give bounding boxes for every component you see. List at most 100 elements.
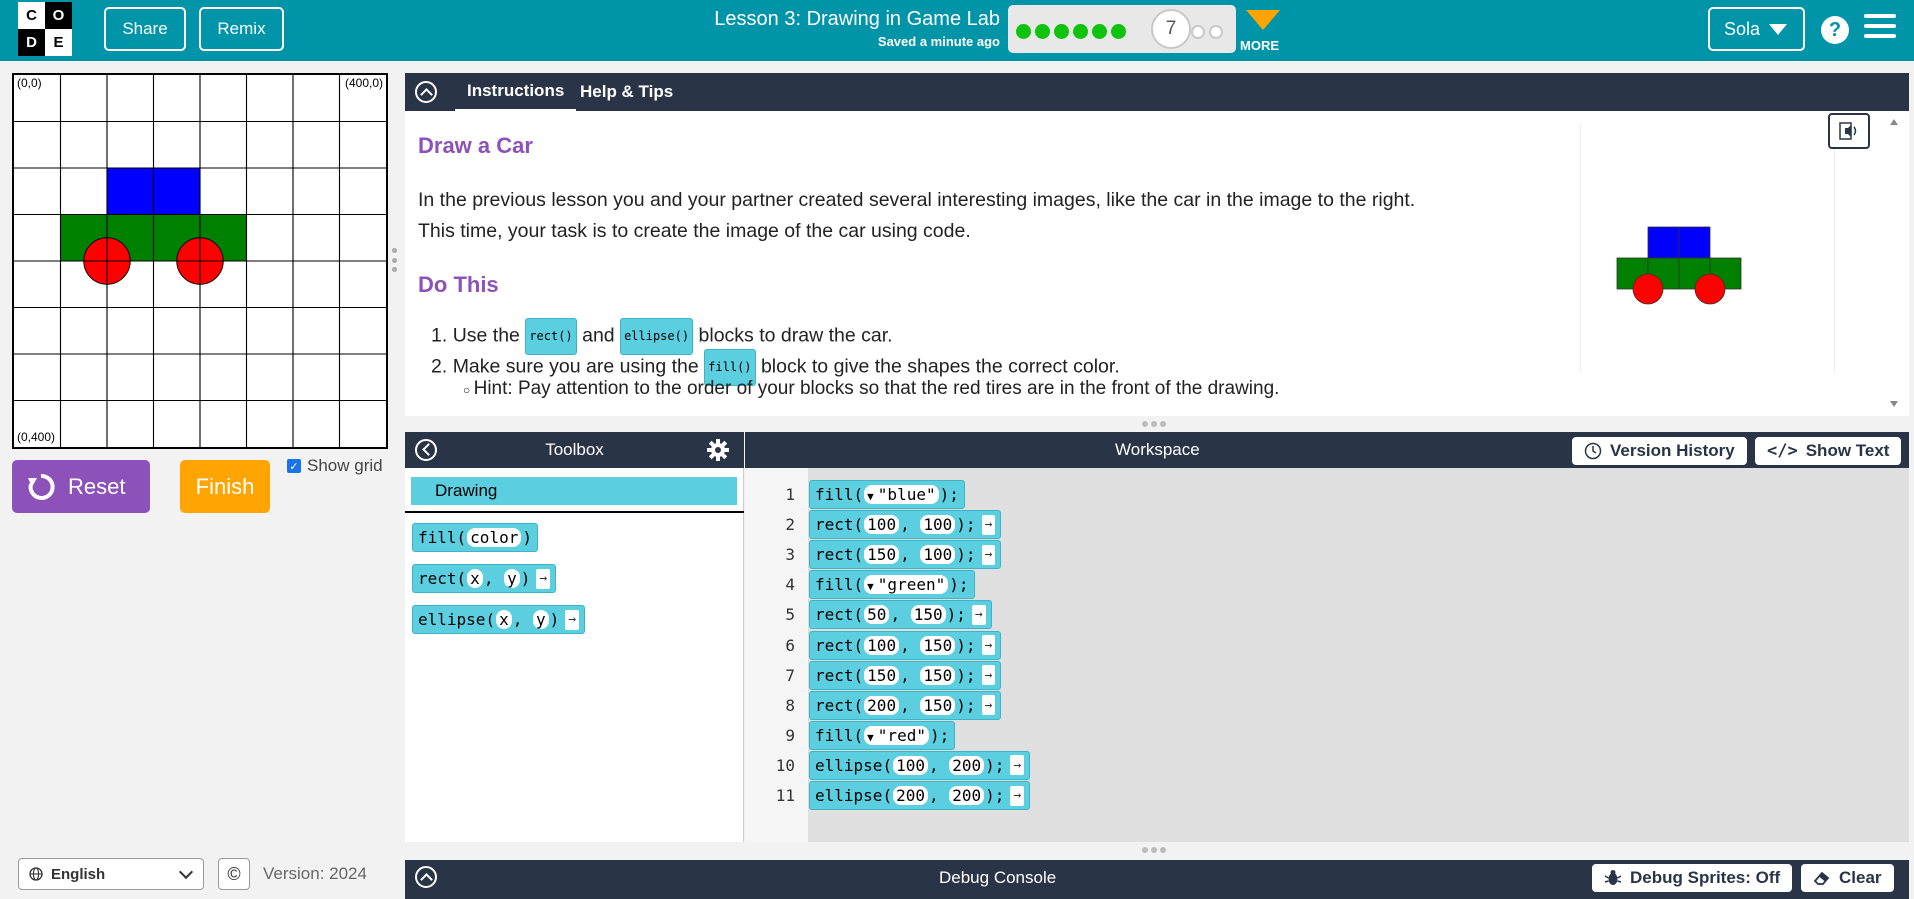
- language-select[interactable]: English: [18, 858, 204, 890]
- hamburger-menu-icon[interactable]: [1864, 14, 1896, 42]
- extend-arrow-icon[interactable]: →: [1010, 755, 1025, 776]
- toolbox-block-fill[interactable]: fill(color): [412, 523, 538, 552]
- share-button[interactable]: Share: [104, 7, 186, 51]
- gear-icon[interactable]: [707, 439, 729, 461]
- show-text-button[interactable]: </> Show Text: [1755, 437, 1902, 465]
- extend-arrow-icon[interactable]: →: [981, 514, 996, 535]
- user-menu-button[interactable]: Sola: [1708, 7, 1805, 51]
- argument-slot[interactable]: ▼ "red": [864, 725, 929, 745]
- debug-sprites-button[interactable]: Debug Sprites: Off: [1592, 864, 1793, 892]
- code-block-rect[interactable]: rect(100, 100); →: [809, 510, 1002, 540]
- workspace-header: Workspace Version History </> Show Text: [745, 432, 1909, 468]
- extend-arrow-icon[interactable]: →: [981, 665, 996, 686]
- clear-console-button[interactable]: Clear: [1801, 864, 1894, 892]
- argument-slot[interactable]: 150: [920, 695, 956, 715]
- tab-instructions[interactable]: Instructions: [455, 73, 577, 111]
- collapse-instructions-icon[interactable]: [415, 81, 437, 103]
- function-name: ellipse: [815, 786, 883, 805]
- game-canvas[interactable]: (0,0) (400,0) (0,400): [12, 73, 388, 449]
- horizontal-resize-handle[interactable]: [1142, 847, 1166, 853]
- argument-slot[interactable]: 100: [920, 515, 956, 535]
- code-block-rect[interactable]: rect(200, 150); →: [809, 690, 1002, 720]
- reset-button[interactable]: Reset: [12, 460, 150, 513]
- level-bubble-complete[interactable]: [1092, 24, 1107, 39]
- version-history-button[interactable]: Version History: [1572, 437, 1747, 465]
- argument-slot[interactable]: 200: [864, 695, 900, 715]
- argument-value: 200: [952, 755, 982, 775]
- function-name: rect: [815, 635, 854, 655]
- argument-value: 150: [867, 665, 897, 685]
- argument-slot[interactable]: 100: [864, 635, 900, 655]
- show-grid-checkbox[interactable]: ✓: [287, 459, 301, 473]
- code-block-fill[interactable]: fill(▼ "green");: [809, 570, 975, 600]
- argument-slot[interactable]: 150: [910, 605, 946, 625]
- extend-arrow-icon[interactable]: →: [981, 695, 996, 716]
- toolbox-block-rect[interactable]: rect(x, y) →: [412, 564, 557, 593]
- more-chevron-icon[interactable]: [1246, 10, 1280, 30]
- argument-slot[interactable]: 150: [864, 545, 900, 565]
- argument-slot[interactable]: 150: [864, 665, 900, 685]
- show-grid-toggle[interactable]: ✓ Show grid: [287, 456, 383, 476]
- dropdown-triangle-icon[interactable]: ▼: [867, 490, 874, 503]
- collapse-console-icon[interactable]: [415, 866, 437, 888]
- level-bubble-complete[interactable]: [1016, 24, 1031, 39]
- collapse-toolbox-icon[interactable]: [415, 439, 437, 461]
- function-name: rect: [815, 515, 854, 535]
- argument-slot[interactable]: 100: [920, 545, 956, 565]
- code-block-fill[interactable]: fill(▼ "blue");: [809, 480, 965, 509]
- current-level-bubble[interactable]: 7: [1151, 9, 1191, 49]
- line-number: 4: [785, 575, 795, 595]
- level-bubble-complete[interactable]: [1054, 24, 1069, 39]
- vertical-resize-handle[interactable]: [391, 248, 397, 272]
- copyright-icon[interactable]: ©: [218, 858, 250, 890]
- dropdown-triangle-icon[interactable]: ▼: [867, 731, 874, 744]
- argument-value: 200: [952, 786, 982, 805]
- extend-arrow-icon[interactable]: →: [981, 544, 996, 565]
- level-bubble-complete[interactable]: [1073, 24, 1088, 39]
- level-bubble-empty[interactable]: [1191, 25, 1205, 39]
- text-to-speech-button[interactable]: [1828, 113, 1870, 149]
- level-bubble-complete[interactable]: [1111, 24, 1126, 39]
- line-number: 5: [785, 605, 795, 625]
- help-icon[interactable]: ?: [1821, 16, 1849, 44]
- dropdown-triangle-icon[interactable]: ▼: [867, 580, 874, 593]
- code-block-rect[interactable]: rect(100, 150); →: [809, 630, 1002, 660]
- level-bubble-empty[interactable]: [1209, 25, 1223, 39]
- argument-slot[interactable]: 200: [949, 786, 985, 805]
- extend-arrow-icon[interactable]: →: [971, 604, 986, 625]
- function-name: rect: [815, 545, 854, 565]
- code-block-fill[interactable]: fill(▼ "red");: [809, 720, 956, 750]
- argument-slot[interactable]: 200: [893, 786, 928, 805]
- argument-slot[interactable]: 150: [920, 665, 956, 685]
- argument-slot[interactable]: ▼ "green": [864, 575, 949, 595]
- argument-slot[interactable]: ▼ "blue": [864, 485, 939, 504]
- hint: ○ Hint: Pay attention to the order of yo…: [463, 378, 1280, 399]
- argument-slot[interactable]: 50: [864, 605, 890, 625]
- code-org-logo[interactable]: C O D E: [18, 2, 72, 56]
- extend-arrow-icon[interactable]: →: [981, 635, 996, 655]
- toolbox-category-drawing[interactable]: Drawing: [411, 477, 737, 505]
- code-workspace[interactable]: fill(▼ "blue"); rect(100, 100); → rect(150, …: [745, 468, 1909, 842]
- code-block-rect[interactable]: rect(150, 100); →: [809, 540, 1002, 570]
- extend-arrow-icon[interactable]: →: [1010, 785, 1025, 806]
- toolbox-block-ellipse[interactable]: ellipse(x, y) →: [412, 605, 586, 634]
- argument-slot[interactable]: 150: [920, 635, 956, 655]
- intro-line-1: In the previous lesson you and your part…: [418, 189, 1416, 211]
- more-label[interactable]: MORE: [1240, 38, 1279, 53]
- remix-button[interactable]: Remix: [199, 7, 284, 51]
- finish-button[interactable]: Finish: [180, 460, 270, 513]
- line-number: 1: [785, 485, 795, 504]
- argument-slot[interactable]: 100: [893, 755, 928, 775]
- tab-help-tips[interactable]: Help & Tips: [580, 73, 673, 111]
- scroll-up-icon[interactable]: [1890, 119, 1898, 125]
- argument-slot[interactable]: 200: [949, 755, 985, 775]
- argument-slot[interactable]: 100: [864, 515, 900, 535]
- code-block-rect[interactable]: rect(50, 150); →: [809, 600, 992, 630]
- scroll-down-icon[interactable]: [1890, 401, 1898, 407]
- code-block-ellipse[interactable]: ellipse(100, 200); →: [809, 750, 1031, 780]
- lesson-title[interactable]: Lesson 3: Drawing in Game Lab: [600, 8, 1000, 31]
- level-bubble-complete[interactable]: [1035, 24, 1050, 39]
- horizontal-resize-handle[interactable]: [1142, 421, 1166, 427]
- code-block-ellipse[interactable]: ellipse(200, 200); →: [809, 781, 1031, 810]
- code-block-rect[interactable]: rect(150, 150); →: [809, 660, 1002, 690]
